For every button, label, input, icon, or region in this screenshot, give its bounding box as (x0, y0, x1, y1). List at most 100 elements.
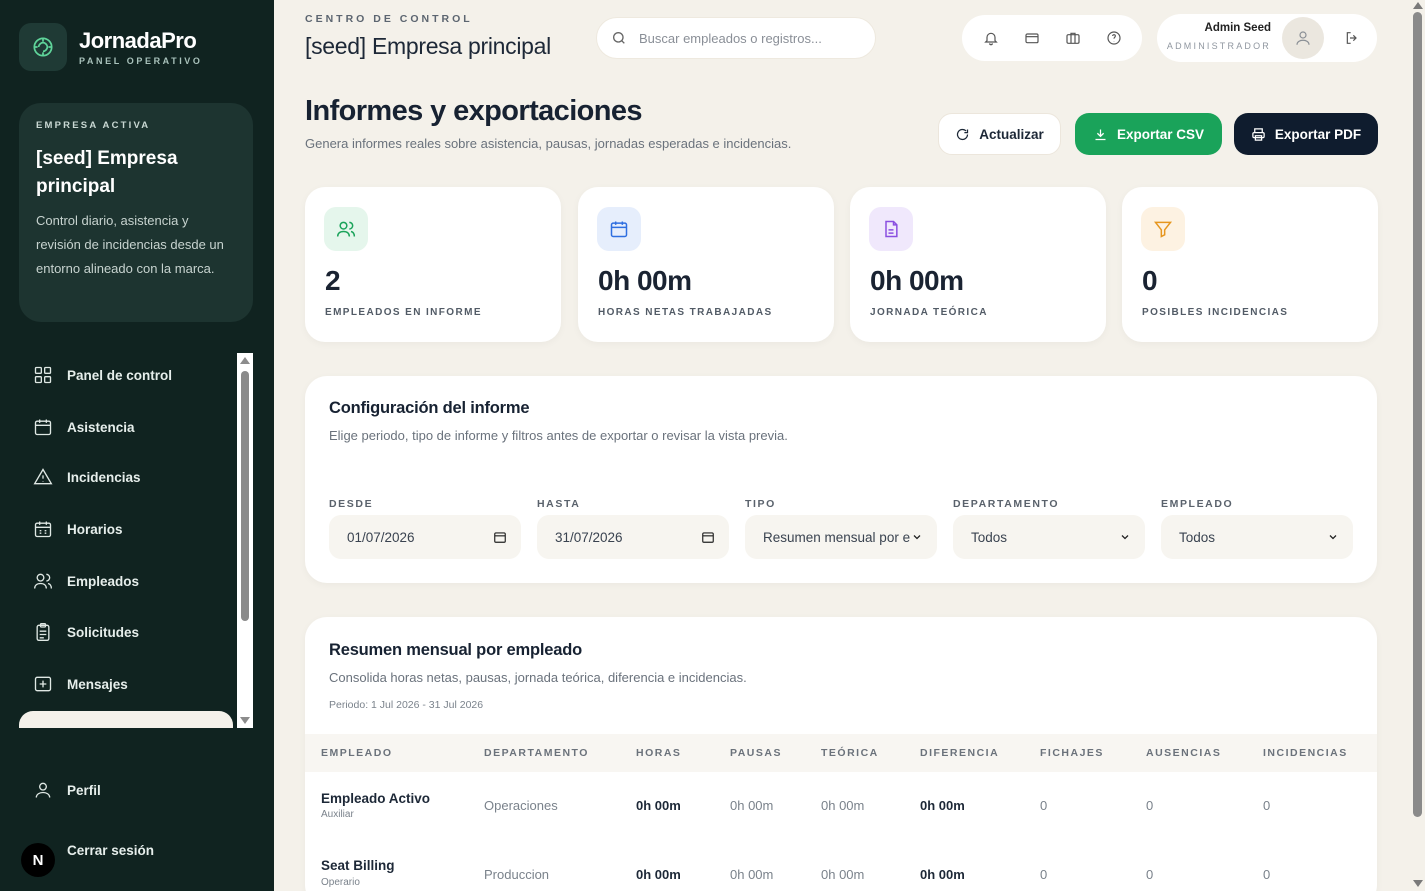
scroll-thumb[interactable] (241, 371, 249, 621)
summary-period: Periodo: 1 Jul 2026 - 31 Jul 2026 (329, 699, 484, 711)
sidebar-item-perfil[interactable]: Perfil (33, 780, 101, 800)
cell-hours: 0h 00m (636, 867, 681, 882)
column-header[interactable]: FICHAJES (1040, 747, 1104, 759)
report-type-select[interactable]: Resumen mensual por e (745, 515, 937, 559)
sidebar-item-label: Perfil (67, 782, 101, 798)
scroll-down-icon[interactable] (240, 717, 250, 724)
sign-out-icon (1346, 32, 1357, 44)
date-from-value: 01/07/2026 (347, 529, 415, 545)
date-to-field[interactable]: 31/07/2026 (537, 515, 729, 559)
credit-card-icon (1024, 33, 1039, 44)
cell-theoretical: 0h 00m (821, 867, 865, 882)
sidebar-item-horarios[interactable]: Horarios (33, 514, 123, 544)
sidebar-item-label: Mensajes (67, 676, 128, 692)
cell-punches: 0 (1040, 867, 1048, 882)
brand-subtitle: PANEL OPERATIVO (79, 56, 203, 66)
sidebar-item-panel-de-control[interactable]: Panel de control (33, 360, 172, 390)
printer-icon (1252, 127, 1265, 141)
export-csv-button[interactable]: Exportar CSV (1075, 113, 1222, 155)
cell-department: Operaciones (484, 798, 558, 813)
cell-incidents: 0 (1263, 867, 1271, 882)
company-button[interactable] (1059, 24, 1087, 52)
stat-label: JORNADA TEÓRICA (870, 307, 988, 318)
calendar-icon[interactable] (701, 530, 715, 544)
sidebar-item-reportes[interactable] (19, 711, 233, 728)
stat-card-net-hours: 0h 00m HORAS NETAS TRABAJADAS (578, 187, 834, 342)
cell-hours: 0h 00m (636, 798, 681, 813)
cell-absences: 0 (1146, 867, 1154, 882)
employee-name: Seat Billing (321, 858, 395, 873)
stat-value: 0h 00m (598, 265, 692, 296)
cell-breaks: 0h 00m (730, 867, 774, 882)
column-header[interactable]: PAUSAS (730, 747, 782, 759)
calendar-icon[interactable] (493, 530, 507, 544)
sidebar-item-mensajes[interactable]: Mensajes (33, 669, 128, 699)
column-header[interactable]: AUSENCIAS (1146, 747, 1221, 759)
scroll-down-icon[interactable] (1413, 880, 1423, 887)
field-label-hasta: HASTA (537, 498, 581, 510)
table-row[interactable]: Seat Billing Operario Produccion 0h 00m … (305, 840, 1377, 891)
summary-title: Resumen mensual por empleado (329, 641, 582, 659)
employee-value: Todos (1179, 529, 1216, 545)
scroll-thumb[interactable] (1413, 12, 1422, 817)
search-box[interactable] (596, 17, 876, 59)
sidebar-item-asistencia[interactable]: Asistencia (33, 412, 135, 442)
field-label-desde: DESDE (329, 498, 374, 510)
billing-button[interactable] (1018, 24, 1046, 52)
cell-punches: 0 (1040, 798, 1048, 813)
column-header[interactable]: TEÓRICA (821, 747, 879, 759)
column-header[interactable]: DIFERENCIA (920, 747, 999, 759)
download-icon (1095, 129, 1106, 140)
employee-select[interactable]: Todos (1161, 515, 1353, 559)
sidebar-item-empleados[interactable]: Empleados (33, 566, 139, 596)
employee-name: Empleado Activo (321, 791, 431, 806)
field-label-tipo: TIPO (745, 498, 776, 510)
scroll-up-icon[interactable] (1413, 2, 1423, 9)
message-icon (34, 676, 52, 692)
topbar-title: [seed] Empresa principal (305, 33, 551, 59)
logout-link[interactable]: N Cerrar sesión (21, 835, 154, 877)
notifications-button[interactable] (977, 24, 1005, 52)
sidebar-item-incidencias[interactable]: Incidencias (33, 462, 141, 492)
chevron-down-icon (913, 535, 921, 540)
company-eyebrow: EMPRESA ACTIVA (36, 120, 151, 131)
sign-out-button[interactable] (1340, 26, 1364, 50)
date-to-value: 31/07/2026 (555, 529, 623, 545)
filter-icon (1141, 207, 1185, 251)
column-header[interactable]: HORAS (636, 747, 681, 759)
cell-absences: 0 (1146, 798, 1154, 813)
table-row[interactable]: Empleado Activo Auxiliar Operaciones 0h … (305, 772, 1377, 840)
column-header[interactable]: EMPLEADO (321, 747, 393, 759)
department-select[interactable]: Todos (953, 515, 1145, 559)
sidebar-scrollbar[interactable] (237, 353, 253, 728)
column-header[interactable]: INCIDENCIAS (1263, 747, 1348, 759)
user-menu[interactable]: Admin Seed ADMINISTRADOR (1157, 14, 1377, 62)
window-scrollbar[interactable] (1410, 0, 1425, 891)
scroll-up-icon[interactable] (240, 357, 250, 364)
search-icon (613, 32, 625, 44)
date-from-field[interactable]: 01/07/2026 (329, 515, 521, 559)
users-icon (324, 207, 368, 251)
search-input[interactable] (639, 30, 859, 46)
sidebar-item-solicitudes[interactable]: Solicitudes (33, 617, 139, 647)
brand[interactable]: JornadaPro PANEL OPERATIVO (19, 23, 203, 71)
summary-description: Consolida horas netas, pausas, jornada t… (329, 670, 747, 685)
stat-label: EMPLEADOS EN INFORME (325, 307, 482, 318)
export-csv-label: Exportar CSV (1116, 126, 1205, 142)
refresh-label: Actualizar (979, 126, 1044, 142)
cell-difference: 0h 00m (920, 798, 965, 813)
help-button[interactable] (1100, 24, 1128, 52)
warning-icon (33, 468, 53, 485)
logout-label: Cerrar sesión (67, 842, 155, 858)
sidebar-item-label: Panel de control (67, 367, 173, 383)
calendar-icon (34, 419, 52, 436)
department-value: Todos (971, 529, 1008, 545)
refresh-button[interactable]: Actualizar (938, 113, 1061, 155)
monthly-summary-panel: Resumen mensual por empleado Consolida h… (305, 617, 1377, 891)
stat-label: POSIBLES INCIDENCIAS (1142, 307, 1289, 318)
column-header[interactable]: DEPARTAMENTO (484, 747, 589, 759)
avatar[interactable] (1282, 17, 1324, 59)
topbar-eyebrow: CENTRO DE CONTROL (305, 13, 473, 25)
export-pdf-button[interactable]: Exportar PDF (1234, 113, 1378, 155)
cell-difference: 0h 00m (920, 867, 965, 882)
